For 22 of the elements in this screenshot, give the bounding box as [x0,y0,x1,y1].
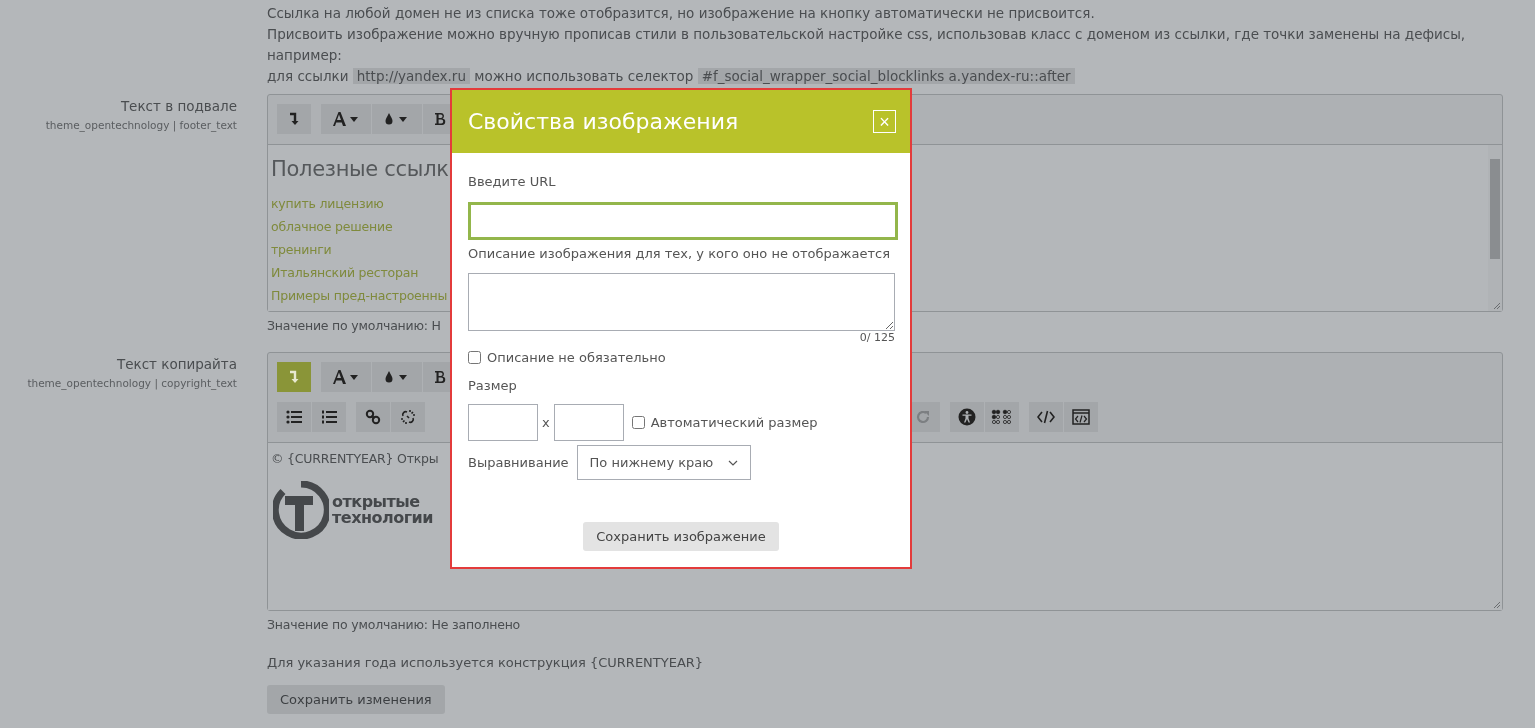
character-counter: 0/ 125 [859,331,895,344]
size-label: Размер [468,378,518,393]
align-label: Выравнивание [468,455,569,470]
help-text: Присвоить изображение можно вручную прописав стили в пользовательской настройке css, использовав класс с доменом из ссылки, где точки заменены на дефисы, например: [267,25,1467,65]
help-text: для ссылки http://yandex.ru можно использовать селектор #f_social_wrapper_social_blocklinks a.yandex-ru::after [267,66,1503,87]
url-label: Введите URL [468,173,557,191]
help-text: Для указания года используется конструкция {CURRENTYEAR} [267,655,704,671]
content-heading: Полезные ссылк [271,156,449,183]
checkbox-label: Автоматический размер [650,415,818,430]
setting-key: theme_opentechnology | copyright_text [0,377,237,389]
default-value-text: Значение по умолчанию: Н [267,318,441,334]
size-separator: x [542,415,550,430]
default-value-text: Значение по умолчанию: Не заполнено [267,617,521,633]
logo-text: открытые технологии [332,494,433,526]
description-label: Описание изображения для тех, у кого оно не отображается [468,245,891,263]
setting-label: Текст в подвале [119,97,237,116]
copyright-text: © {CURRENTYEAR} Откры [271,450,439,468]
setting-key: theme_opentechnology | footer_text [0,119,237,131]
dialog-title: Свойства изображения [468,109,739,134]
help-text: Ссылка на любой домен не из списка тоже отобразится, но изображение на кнопку автоматически не присвоится. [267,4,1096,23]
checkbox-label: Описание не обязательно [487,350,666,365]
setting-label: Текст копирайта [115,355,237,374]
